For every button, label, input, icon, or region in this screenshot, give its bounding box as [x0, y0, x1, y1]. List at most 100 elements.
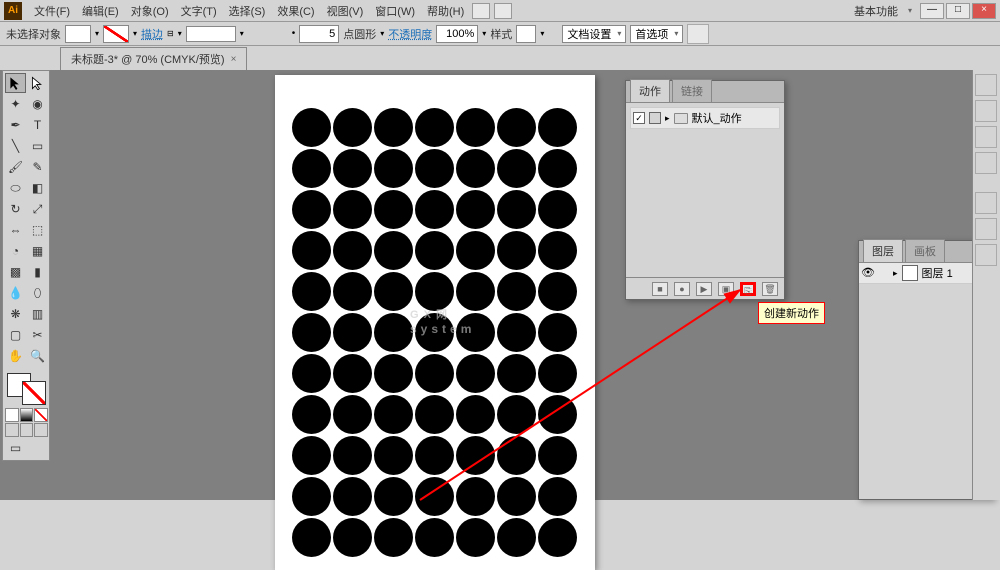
window-maximize-button[interactable]: □ — [946, 3, 970, 19]
circle-shape[interactable] — [456, 477, 495, 516]
circle-shape[interactable] — [538, 477, 577, 516]
menu-type[interactable]: 文字(T) — [175, 1, 223, 21]
visibility-icon[interactable]: 👁 — [861, 266, 875, 280]
circle-shape[interactable] — [497, 190, 536, 229]
pencil-tool[interactable]: ✎ — [27, 157, 48, 177]
color-mode-icon[interactable] — [5, 408, 19, 422]
circle-shape[interactable] — [497, 231, 536, 270]
circle-shape[interactable] — [333, 436, 372, 475]
circle-shape[interactable] — [415, 518, 454, 557]
circle-shape[interactable] — [374, 149, 413, 188]
stop-action-icon[interactable]: ■ — [652, 282, 668, 296]
tab-artboards[interactable]: 画板 — [905, 239, 945, 262]
zoom-tool[interactable]: 🔍 — [27, 346, 48, 366]
toggle-dialog-check[interactable] — [649, 112, 661, 124]
mesh-tool[interactable]: ▩ — [5, 262, 26, 282]
hand-tool[interactable]: ✋ — [5, 346, 26, 366]
circle-shape[interactable] — [333, 108, 372, 147]
delete-action-icon[interactable]: 🗑 — [762, 282, 778, 296]
magic-wand-tool[interactable]: ✦ — [5, 94, 26, 114]
circle-shape[interactable] — [292, 477, 331, 516]
circle-shape[interactable] — [333, 518, 372, 557]
dock-brushes-icon[interactable] — [975, 126, 997, 148]
menu-file[interactable]: 文件(F) — [28, 1, 76, 21]
gradient-tool[interactable]: ▮ — [27, 262, 48, 282]
fill-stroke-control[interactable] — [5, 371, 48, 407]
circle-shape[interactable] — [415, 354, 454, 393]
menu-help[interactable]: 帮助(H) — [421, 1, 470, 21]
symbol-sprayer-tool[interactable]: ❋ — [5, 304, 26, 324]
circle-shape[interactable] — [497, 477, 536, 516]
screen-mode-tool[interactable]: ▭ — [5, 438, 26, 458]
draw-inside-icon[interactable] — [34, 423, 48, 437]
circle-shape[interactable] — [292, 313, 331, 352]
circle-shape[interactable] — [456, 149, 495, 188]
circle-shape[interactable] — [415, 108, 454, 147]
dock-transparency-icon[interactable] — [975, 244, 997, 266]
circle-shape[interactable] — [415, 477, 454, 516]
circle-shape[interactable] — [292, 272, 331, 311]
stroke-color[interactable] — [22, 381, 46, 405]
circle-shape[interactable] — [292, 149, 331, 188]
new-set-icon[interactable]: ▣ — [718, 282, 734, 296]
dock-symbols-icon[interactable] — [975, 152, 997, 174]
circle-shape[interactable] — [292, 518, 331, 557]
circle-shape[interactable] — [333, 149, 372, 188]
paintbrush-tool[interactable]: 🖌 — [5, 157, 26, 177]
draw-normal-icon[interactable] — [5, 423, 19, 437]
circle-shape[interactable] — [456, 190, 495, 229]
circle-shape[interactable] — [374, 190, 413, 229]
gradient-mode-icon[interactable] — [20, 408, 34, 422]
circle-shape[interactable] — [374, 354, 413, 393]
slice-tool[interactable]: ✂ — [27, 325, 48, 345]
blend-tool[interactable]: ⬯ — [27, 283, 48, 303]
circle-shape[interactable] — [497, 354, 536, 393]
scale-tool[interactable]: ⤢ — [27, 199, 48, 219]
circle-shape[interactable] — [456, 272, 495, 311]
menu-edit[interactable]: 编辑(E) — [76, 1, 125, 21]
none-mode-icon[interactable] — [34, 408, 48, 422]
dock-swatches-icon[interactable] — [975, 100, 997, 122]
circle-shape[interactable] — [456, 231, 495, 270]
stroke-profile[interactable] — [186, 26, 236, 42]
circle-shape[interactable] — [538, 149, 577, 188]
circle-shape[interactable] — [333, 272, 372, 311]
eyedropper-tool[interactable]: 💧 — [5, 283, 26, 303]
opacity-input[interactable]: 100% — [436, 25, 478, 43]
window-close-button[interactable]: × — [972, 3, 996, 19]
circle-shape[interactable] — [415, 149, 454, 188]
artboard-tool[interactable]: ▢ — [5, 325, 26, 345]
circle-shape[interactable] — [415, 231, 454, 270]
circle-shape[interactable] — [374, 313, 413, 352]
new-action-icon[interactable]: ⎘ — [740, 282, 756, 296]
stroke-weight-input[interactable]: 5 — [299, 25, 339, 43]
circle-shape[interactable] — [292, 108, 331, 147]
menu-window[interactable]: 窗口(W) — [369, 1, 421, 21]
draw-behind-icon[interactable] — [20, 423, 34, 437]
opacity-label[interactable]: 不透明度 — [388, 26, 432, 42]
lasso-tool[interactable]: ◉ — [27, 94, 48, 114]
blob-brush-tool[interactable]: ⬭ — [5, 178, 26, 198]
circle-shape[interactable] — [374, 518, 413, 557]
circle-shape[interactable] — [415, 395, 454, 434]
toggle-action-check[interactable]: ✓ — [633, 112, 645, 124]
circle-shape[interactable] — [333, 190, 372, 229]
style-swatch[interactable] — [516, 25, 536, 43]
perspective-tool[interactable]: ▦ — [27, 241, 48, 261]
circle-shape[interactable] — [538, 190, 577, 229]
circle-shape[interactable] — [497, 518, 536, 557]
circle-shape[interactable] — [497, 436, 536, 475]
fill-swatch[interactable] — [65, 25, 91, 43]
pen-tool[interactable]: ✒ — [5, 115, 26, 135]
direct-selection-tool[interactable] — [27, 73, 48, 93]
circle-shape[interactable] — [374, 231, 413, 270]
circle-shape[interactable] — [415, 272, 454, 311]
circle-shape[interactable] — [456, 395, 495, 434]
circle-shape[interactable] — [374, 436, 413, 475]
preferences-button[interactable]: 首选项 — [630, 25, 683, 43]
tab-layers[interactable]: 图层 — [863, 239, 903, 262]
align-button[interactable] — [687, 24, 709, 44]
circle-shape[interactable] — [292, 354, 331, 393]
circle-shape[interactable] — [333, 395, 372, 434]
menu-view[interactable]: 视图(V) — [321, 1, 370, 21]
